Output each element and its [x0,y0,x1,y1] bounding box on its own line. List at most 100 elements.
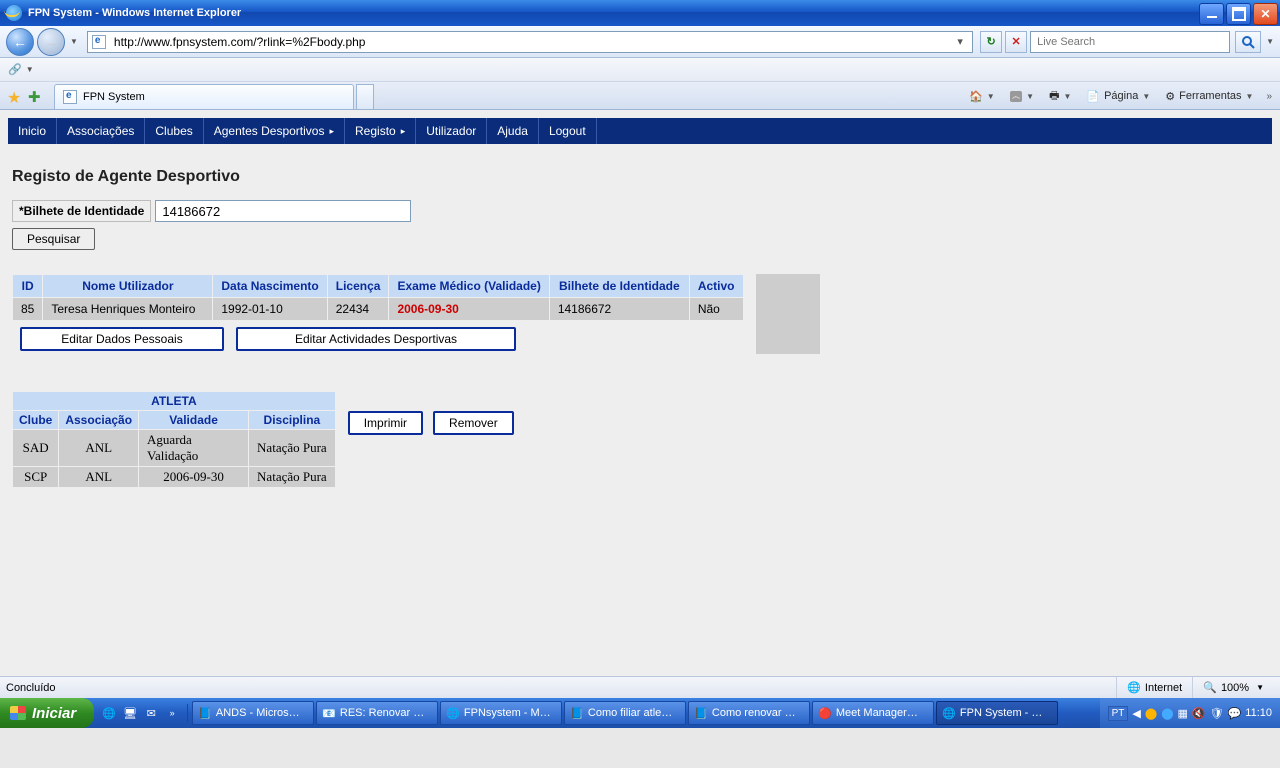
chevron-icon[interactable]: » [163,704,181,722]
tray-icon[interactable]: ▦ [1178,707,1188,720]
window-close-button[interactable] [1253,3,1278,25]
start-button[interactable]: Iniciar [0,698,94,728]
window-maximize-button[interactable] [1226,3,1251,25]
stop-button[interactable]: ✕ [1005,31,1027,53]
cell-lic: 22434 [327,298,389,321]
links-bar: 🔗 ▼ [0,58,1280,82]
task-button-active[interactable]: 🌐FPN System - … [936,701,1058,725]
page-icon [92,35,106,49]
address-dropdown[interactable]: ▾ [952,35,968,48]
task-button[interactable]: 📘ANDS - Micros… [192,701,314,725]
imprimir-button[interactable]: Imprimir [348,411,423,435]
col-nasc: Data Nascimento [213,275,327,298]
nav-history-dropdown[interactable]: ▼ [70,37,78,46]
search-box[interactable] [1030,31,1230,53]
new-tab-button[interactable] [356,84,374,109]
forward-button[interactable]: → [37,28,65,56]
feeds-button[interactable]: ෴▼ [1004,85,1040,107]
gear-icon: ⚙ [1165,90,1175,103]
bi-input[interactable] [155,200,411,222]
tray-icon[interactable]: 🔇 [1192,707,1206,720]
cmdbar-overflow[interactable]: » [1262,91,1276,102]
pesquisar-button[interactable]: Pesquisar [12,228,95,250]
page-menu-button[interactable]: 📄Página▼ [1080,85,1156,107]
atleta-header: ATLETA [13,392,336,411]
task-button[interactable]: 📘Como filiar atle… [564,701,686,725]
photo-placeholder [756,274,820,354]
menu-logout[interactable]: Logout [539,118,597,144]
tray-icon[interactable]: 🛡 [1210,707,1224,720]
tools-menu-button[interactable]: ⚙Ferramentas▼ [1159,85,1259,107]
tab-title: FPN System [83,91,145,103]
browser-tab[interactable]: FPN System [54,84,354,109]
page-menu-label: Página [1104,90,1138,102]
quick-launch: 🌐 🖥 ✉ » [94,704,188,722]
tools-menu-label: Ferramentas [1179,90,1241,102]
print-button[interactable]: 🖶▼ [1043,85,1077,107]
search-dropdown[interactable]: ▼ [1266,37,1274,46]
home-button[interactable]: 🏠▼ [963,85,1001,107]
clock[interactable]: 11:10 [1245,707,1272,719]
editar-actividades-desportivas-button[interactable]: Editar Actividades Desportivas [236,327,516,351]
chevron-right-icon: ▸ [329,126,334,137]
search-input[interactable] [1035,35,1225,49]
menu-associacoes[interactable]: Associações [57,118,145,144]
app-icon: 🔴 [818,707,832,720]
window-minimize-button[interactable] [1199,3,1224,25]
back-button[interactable]: ← [6,28,34,56]
menu-utilizador[interactable]: Utilizador [416,118,487,144]
search-button[interactable] [1235,31,1261,53]
menu-registo[interactable]: Registo▸ [345,118,416,144]
task-button[interactable]: 🌐FPNsystem - M… [440,701,562,725]
menu-clubes[interactable]: Clubes [145,118,203,144]
favorites-icon[interactable]: ★ [7,88,25,106]
word-icon: 📘 [694,707,708,720]
mail-icon[interactable]: ✉ [142,704,160,722]
menu-inicio[interactable]: Inicio [8,118,57,144]
window-title: FPN System - Windows Internet Explorer [28,7,241,19]
task-button[interactable]: 📧RES: Renovar … [316,701,438,725]
table-row: SAD ANL Aguarda Validação Natação Pura [13,430,336,467]
address-input[interactable] [112,34,952,50]
globe-icon: 🌐 [1127,681,1141,694]
tray-icon[interactable]: ⬤ [1145,707,1157,720]
col-lic: Licença [327,275,389,298]
chevron-right-icon: ▸ [401,126,406,137]
ie-icon: 🌐 [942,707,956,720]
windows-logo-icon [10,706,26,720]
links-dropdown[interactable]: ▼ [26,65,34,74]
word-icon: 📘 [570,707,584,720]
task-button[interactable]: 📘Como renovar … [688,701,810,725]
task-button[interactable]: 🔴Meet Manager… [812,701,934,725]
menu-ajuda[interactable]: Ajuda [487,118,539,144]
tab-page-icon [63,90,77,104]
command-bar: 🏠▼ ෴▼ 🖶▼ 📄Página▼ ⚙Ferramentas▼ » [963,85,1276,107]
menu-agentes-desportivos[interactable]: Agentes Desportivos▸ [204,118,345,144]
ie-icon: 🌐 [446,707,460,720]
col-disciplina: Disciplina [249,411,336,430]
tray-icon[interactable]: ⬤ [1161,707,1173,720]
outlook-icon: 📧 [322,707,336,720]
app-menubar: Inicio Associações Clubes Agentes Despor… [8,118,1272,144]
language-indicator[interactable]: PT [1108,706,1129,721]
tray-icon[interactable]: 💬 [1228,707,1242,720]
zoom-control[interactable]: 🔍100%▼ [1192,677,1274,698]
desktop-icon[interactable]: 🖥 [121,704,139,722]
zoom-icon: 🔍 [1203,681,1217,694]
page-content: Inicio Associações Clubes Agentes Despor… [0,110,1280,698]
col-nome: Nome Utilizador [43,275,213,298]
remover-button[interactable]: Remover [433,411,514,435]
add-favorite-icon[interactable]: ✚ [28,88,46,106]
links-icon[interactable]: 🔗 [8,63,22,76]
col-bi: Bilhete de Identidade [549,275,689,298]
ie-icon[interactable]: 🌐 [100,704,118,722]
browser-nav-row: ← → ▼ ▾ ↻ ✕ ▼ [0,26,1280,58]
address-bar[interactable]: ▾ [87,31,973,53]
cell-id: 85 [13,298,43,321]
cell-nome: Teresa Henriques Monteiro [43,298,213,321]
col-validade: Validade [139,411,249,430]
tray-icon[interactable]: ◀ [1132,707,1140,720]
refresh-button[interactable]: ↻ [980,31,1002,53]
editar-dados-pessoais-button[interactable]: Editar Dados Pessoais [20,327,224,351]
table-header-row: ID Nome Utilizador Data Nascimento Licen… [13,275,744,298]
